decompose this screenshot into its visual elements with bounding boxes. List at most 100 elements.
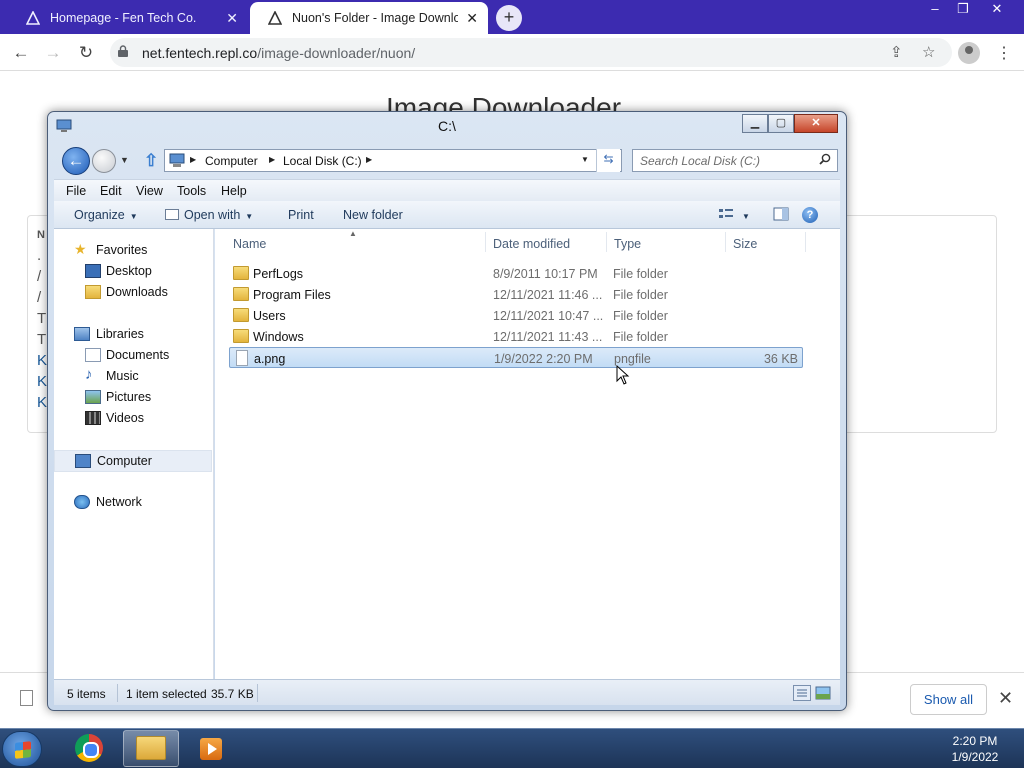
open-with-button[interactable]: Open with ▼ (165, 208, 253, 222)
nav-label: Desktop (106, 264, 152, 278)
show-all-button[interactable]: Show all (910, 684, 987, 715)
taskbar-clock[interactable]: 2:20 PM 1/9/2022 (940, 733, 1010, 765)
new-folder-button[interactable]: New folder (343, 208, 403, 222)
tab-title: Homepage - Fen Tech Co. (50, 11, 197, 25)
nav-downloads[interactable]: Downloads (54, 282, 212, 303)
print-button[interactable]: Print (288, 208, 314, 222)
status-bar: 5 items 1 item selected 35.7 KB (54, 679, 840, 705)
details-view-icon[interactable] (793, 685, 811, 701)
address-breadcrumb[interactable]: ▶ Computer ▶ Local Disk (C:) ▶ ▼ (164, 149, 622, 172)
forward-arrow-icon[interactable]: → (42, 42, 64, 64)
menu-help[interactable]: Help (221, 184, 247, 198)
folder-icon (136, 736, 166, 760)
breadcrumb-local-disk[interactable]: Local Disk (C:) (283, 154, 362, 168)
profile-avatar-icon[interactable] (958, 42, 980, 64)
list-fragment[interactable]: K (37, 371, 47, 392)
column-header-size[interactable]: Size (726, 229, 806, 254)
file-row-selected[interactable]: a.png 1/9/2022 2:20 PM pngfile 36 KB (229, 347, 803, 368)
menu-view[interactable]: View (136, 184, 163, 198)
search-icon[interactable] (819, 153, 831, 165)
tab-homepage[interactable]: Homepage - Fen Tech Co. ✕ (8, 2, 248, 34)
browser-toolbar: ← → ↻ net.fentech.repl.co/image-download… (0, 34, 1024, 71)
column-divider[interactable] (805, 232, 806, 252)
file-row[interactable]: Users 12/11/2021 10:47 ... File folder (229, 305, 803, 326)
file-list: ▲ Name Date modified Type Size PerfLogs … (215, 229, 840, 679)
nav-favorites[interactable]: ★ Favorites (54, 240, 212, 261)
menu-file[interactable]: File (66, 184, 86, 198)
nav-videos[interactable]: Videos (54, 408, 212, 429)
back-arrow-icon[interactable]: ← (10, 42, 32, 64)
back-icon[interactable]: ← (62, 147, 90, 175)
breadcrumb-separator-icon[interactable]: ▶ (190, 155, 196, 164)
nav-desktop[interactable]: Desktop (54, 261, 212, 282)
file-type: File folder (613, 309, 668, 323)
file-row[interactable]: Windows 12/11/2021 11:43 ... File folder (229, 326, 803, 347)
nav-music[interactable]: ♪ Music (54, 366, 212, 387)
reload-icon[interactable]: ↻ (75, 42, 97, 64)
nav-network[interactable]: Network (54, 492, 212, 513)
list-fragment: / (37, 289, 42, 306)
menu-tools[interactable]: Tools (177, 184, 206, 198)
organize-label: Organize (74, 208, 125, 222)
help-icon[interactable]: ? (802, 207, 818, 223)
breadcrumb-computer[interactable]: Computer (205, 154, 258, 168)
item-count: 5 items (67, 687, 106, 701)
selection-count: 1 item selected (126, 687, 207, 701)
url-path: /image-downloader/nuon/ (257, 45, 416, 61)
nav-label: Downloads (106, 285, 168, 299)
breadcrumb-separator-icon[interactable]: ▶ (269, 155, 275, 164)
up-folder-icon[interactable]: ⇧ (144, 151, 158, 171)
list-fragment: T (37, 331, 47, 348)
folder-icon (233, 308, 249, 322)
column-header-name[interactable]: Name (215, 229, 485, 254)
pictures-icon (85, 390, 101, 404)
nav-computer[interactable]: Computer (54, 450, 212, 472)
nav-pictures[interactable]: Pictures (54, 387, 212, 408)
preview-pane-icon[interactable] (773, 206, 789, 222)
lock-icon (118, 45, 128, 57)
list-fragment[interactable]: K (37, 350, 47, 371)
list-fragment[interactable]: K (37, 392, 47, 413)
nav-libraries[interactable]: Libraries (54, 324, 212, 345)
status-divider (257, 684, 258, 702)
file-row[interactable]: PerfLogs 8/9/2011 10:17 PM File folder (229, 263, 803, 284)
close-tab-icon[interactable]: ✕ (226, 10, 238, 27)
close-button[interactable]: ✕ (794, 114, 838, 133)
refresh-icon[interactable]: ⇆ (596, 149, 620, 172)
menu-bar: File Edit View Tools Help (54, 179, 840, 201)
file-icon[interactable] (20, 690, 33, 706)
documents-icon (85, 348, 101, 362)
large-icons-view-icon[interactable] (815, 685, 831, 701)
forward-icon[interactable] (92, 149, 116, 173)
navigation-pane: ★ Favorites Desktop Downloads Libraries … (54, 229, 214, 679)
address-dropdown-icon[interactable]: ▼ (581, 155, 589, 164)
open-with-icon (165, 209, 179, 220)
column-header-type[interactable]: Type (607, 229, 725, 254)
bookmark-star-icon[interactable]: ☆ (922, 43, 935, 61)
browser-menu-icon[interactable]: ⋮ (996, 43, 1012, 63)
nav-label: Network (96, 495, 142, 509)
close-download-shelf-icon[interactable]: ✕ (998, 688, 1013, 709)
change-view-icon[interactable] (718, 206, 734, 222)
minimize-button[interactable]: ▁ (742, 114, 768, 133)
maximize-button[interactable]: ▢ (768, 114, 794, 133)
nav-documents[interactable]: Documents (54, 345, 212, 366)
new-tab-button[interactable]: + (496, 5, 522, 31)
start-button[interactable] (2, 731, 42, 767)
address-bar[interactable]: net.fentech.repl.co/image-downloader/nuo… (110, 38, 952, 67)
file-row[interactable]: Program Files 12/11/2021 11:46 ... File … (229, 284, 803, 305)
nav-label: Libraries (96, 327, 144, 341)
close-tab-icon[interactable]: ✕ (466, 10, 478, 27)
search-input[interactable]: Search Local Disk (C:) (632, 149, 838, 172)
column-header-date[interactable]: Date modified (486, 229, 606, 254)
menu-edit[interactable]: Edit (100, 184, 122, 198)
recent-pages-icon[interactable]: ▼ (120, 155, 129, 165)
close-window-button[interactable]: ✕ (982, 0, 1012, 20)
tab-nuons-folder[interactable]: Nuon's Folder - Image Downloader ✕ (250, 2, 488, 34)
share-icon[interactable]: ⇪ (890, 43, 903, 61)
organize-button[interactable]: Organize ▼ (74, 208, 138, 222)
minimize-button[interactable]: – (920, 0, 950, 20)
restore-button[interactable]: ❐ (948, 0, 978, 20)
view-dropdown-icon[interactable]: ▼ (742, 208, 750, 222)
breadcrumb-separator-icon[interactable]: ▶ (366, 155, 372, 164)
